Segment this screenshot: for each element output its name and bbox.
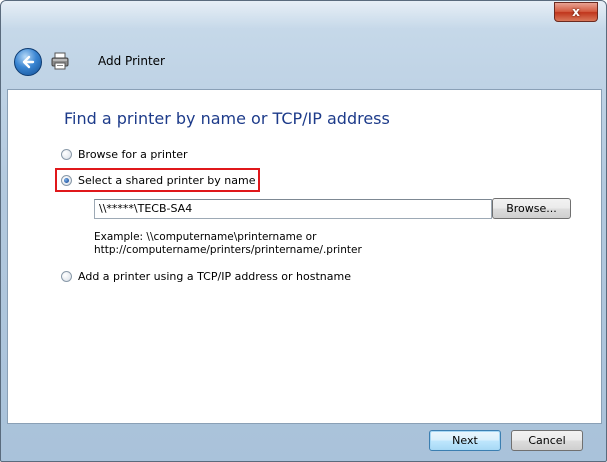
printer-name-input[interactable]: \\*****\TECB-SA4 — [94, 199, 492, 219]
title-bar — [1, 1, 606, 29]
wizard-content: Find a printer by name or TCP/IP address… — [7, 89, 602, 424]
example-text: Example: \\computername\printername or h… — [94, 231, 362, 257]
radio-button[interactable] — [61, 271, 72, 282]
printer-icon — [50, 51, 70, 71]
cancel-button[interactable]: Cancel — [511, 430, 583, 451]
back-arrow-icon — [22, 55, 35, 69]
example-line-1: Example: \\computername\printername or — [94, 231, 317, 243]
highlight-box — [55, 168, 260, 192]
page-heading: Find a printer by name or TCP/IP address — [64, 109, 390, 128]
wizard-header: Add Printer — [2, 37, 605, 87]
example-line-2: http://computername/printers/printername… — [94, 244, 362, 256]
window-title: Add Printer — [98, 54, 165, 68]
back-button[interactable] — [14, 48, 42, 76]
radio-button[interactable] — [61, 149, 72, 160]
next-button[interactable]: Next — [429, 430, 501, 451]
radio-browse-printer[interactable]: Browse for a printer — [61, 148, 188, 161]
add-printer-window: x Add Printer Find a printer by name or … — [0, 0, 607, 462]
radio-label: Browse for a printer — [78, 148, 188, 161]
close-button[interactable]: x — [554, 2, 598, 22]
radio-tcpip-address[interactable]: Add a printer using a TCP/IP address or … — [61, 270, 351, 283]
close-icon: x — [572, 5, 580, 19]
wizard-footer: Next Cancel — [2, 423, 605, 461]
radio-label: Add a printer using a TCP/IP address or … — [78, 270, 351, 283]
browse-button[interactable]: Browse... — [492, 198, 571, 219]
